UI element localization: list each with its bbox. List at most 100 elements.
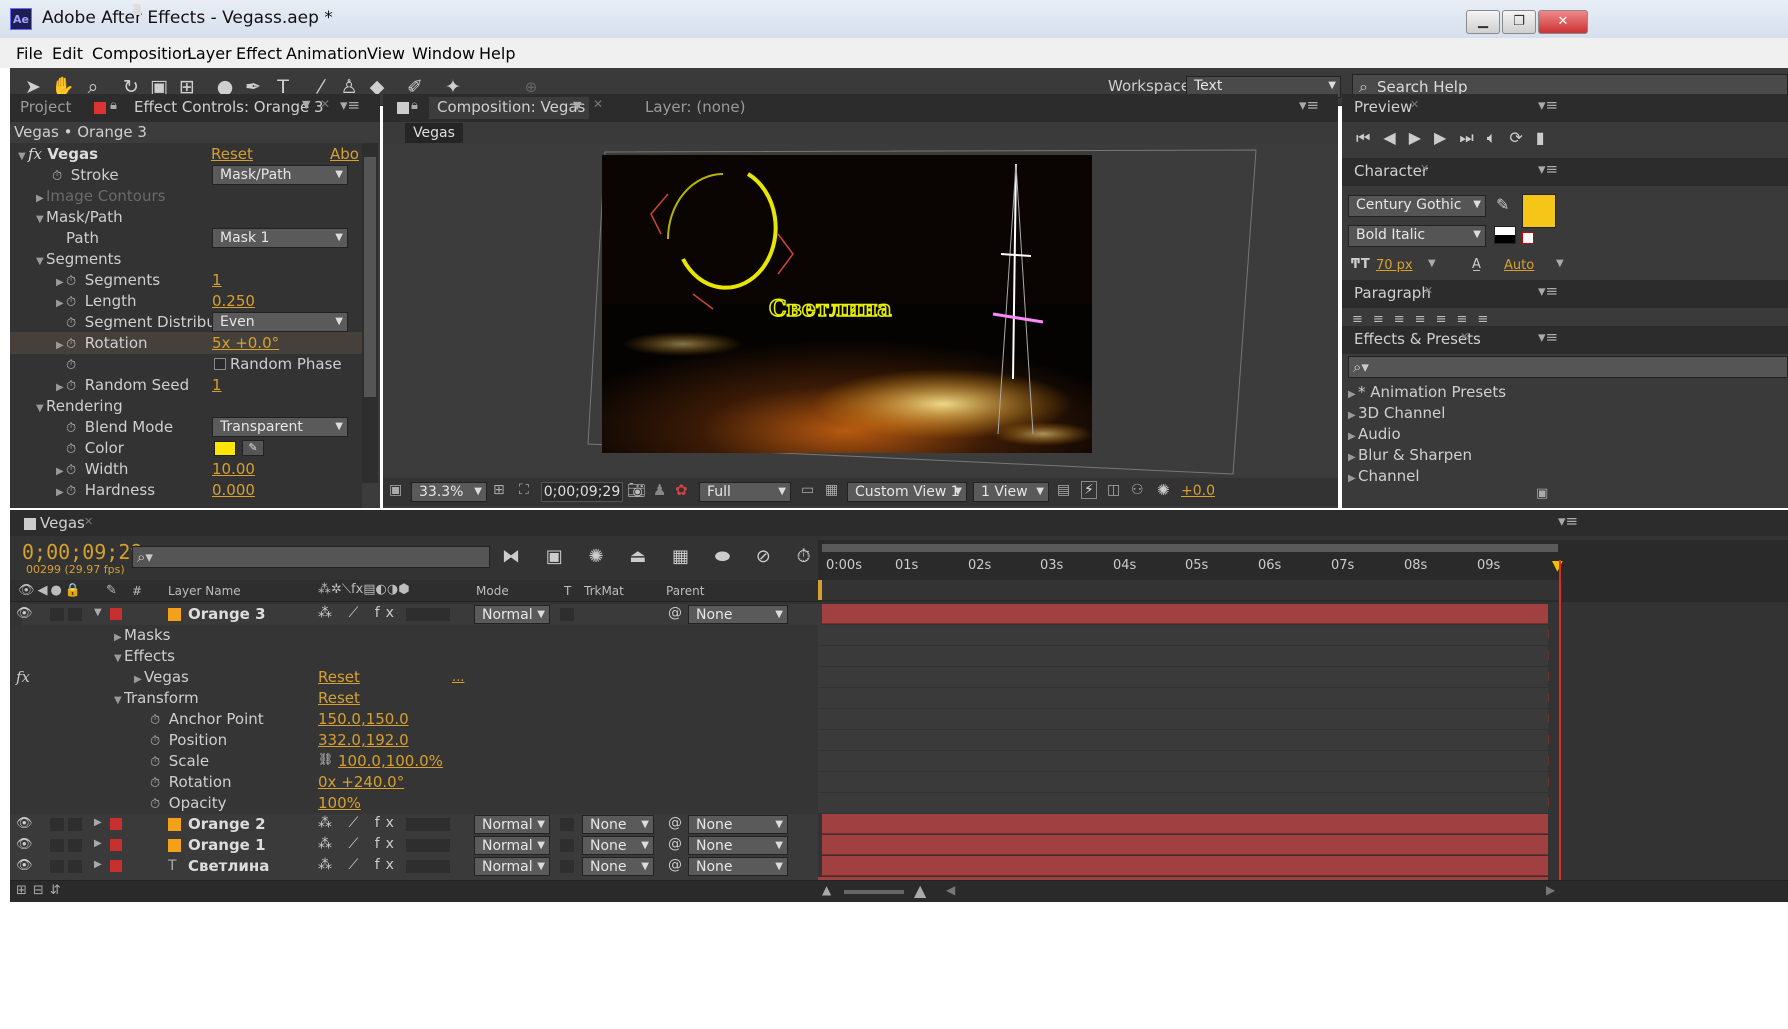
effects-item-animation-presets[interactable]: ▶ * Animation Presets — [1348, 382, 1506, 403]
transform-value[interactable]: 100% — [318, 793, 361, 814]
layer-label-color[interactable] — [110, 608, 122, 620]
time-ruler[interactable]: 0:00s 01s 02s 03s 04s 05s 06s 07s 08s 09… — [818, 540, 1788, 602]
channel-icon[interactable]: ✿ — [675, 481, 688, 499]
effect-about-link[interactable]: Abo — [330, 144, 359, 165]
close-tab-icon[interactable]: ✕ — [320, 97, 330, 111]
col-layer-name[interactable]: Layer Name — [168, 584, 241, 598]
transform-prop-anchor-point[interactable]: ⏱ Anchor Point — [150, 709, 264, 731]
path-select[interactable]: Mask 1 — [212, 228, 348, 248]
title-safe-icon[interactable]: ⊞ — [493, 482, 505, 498]
scrollbar-thumb[interactable] — [364, 157, 376, 397]
layer-switches[interactable]: ⁂ ⟋ fx — [318, 605, 400, 621]
layer-duration-bar[interactable] — [822, 835, 1548, 855]
layer-name[interactable]: Orange 2 — [188, 814, 266, 835]
previous-frame-icon[interactable]: ◀ — [1383, 128, 1408, 147]
transform-value[interactable]: 150.0,150.0 — [318, 709, 409, 730]
close-tab-icon[interactable]: ✕ — [1424, 284, 1433, 297]
eyedropper-icon[interactable]: ✎ — [242, 440, 264, 456]
solo-switch[interactable] — [50, 818, 64, 831]
menu-layer[interactable]: Layer — [187, 44, 232, 63]
lock-icon[interactable]: 🔒︎ — [110, 98, 117, 113]
link-icon[interactable]: ⛓ — [318, 752, 333, 766]
keyframe-track-area[interactable] — [818, 625, 1548, 814]
playhead-icon[interactable]: ▼ — [1552, 558, 1563, 574]
panel-menu-icon[interactable]: ▾≡ — [1538, 282, 1558, 300]
menu-composition[interactable]: Composition — [92, 44, 192, 63]
tab-paragraph[interactable]: Paragraph — [1354, 284, 1431, 302]
group-rendering[interactable]: ▼ Rendering — [36, 396, 123, 417]
layer-parent-select[interactable]: None — [688, 857, 788, 876]
layer-duration-bar[interactable] — [822, 604, 1548, 624]
zoom-in-icon[interactable]: ▲ — [914, 881, 926, 900]
region-of-interest-icon[interactable]: ▭ — [801, 482, 814, 498]
effect-row-vegas[interactable]: ▼ fx Vegas — [18, 144, 98, 165]
always-preview-icon[interactable]: ▣ — [389, 482, 402, 498]
layer-name[interactable]: Orange 1 — [188, 835, 266, 856]
layer-label-color[interactable] — [110, 818, 122, 830]
layer-label-color[interactable] — [110, 860, 122, 872]
lock-switch[interactable] — [68, 608, 82, 621]
prop-width[interactable]: ▶ ⏱ Width — [56, 459, 128, 480]
layer-duration-bar[interactable] — [822, 856, 1548, 876]
menu-edit[interactable]: Edit — [52, 44, 83, 63]
fill-color-swatch[interactable] — [1522, 194, 1556, 228]
solo-switch[interactable] — [50, 860, 64, 873]
tab-project[interactable]: Project — [20, 98, 71, 116]
ram-preview-icon[interactable]: ▮ — [1536, 128, 1558, 147]
panel-menu-icon[interactable]: ▾≡ — [1538, 160, 1558, 178]
eyedropper-icon[interactable]: ✎ — [1496, 195, 1509, 214]
layer-trkmat-select[interactable]: None — [582, 815, 654, 834]
eye-icon[interactable]: 👁︎ — [16, 606, 33, 621]
layer-switches[interactable]: ⁂ ⟋ fx — [318, 815, 400, 831]
tab-layer[interactable]: Layer: (none) — [645, 98, 746, 116]
layer-mode-select[interactable]: Normal — [474, 605, 550, 624]
effect-reset-link[interactable]: Reset — [211, 144, 253, 165]
menu-file[interactable]: File — [16, 44, 43, 63]
menu-help[interactable]: Help — [479, 44, 515, 63]
menu-animation[interactable]: Animation — [286, 44, 368, 63]
layer-parent-select[interactable]: None — [688, 605, 788, 624]
transform-group[interactable]: ▼ Transform — [114, 688, 199, 711]
timeline-zoom-slider[interactable] — [844, 890, 904, 894]
lock-icon[interactable]: 🔒︎ — [411, 98, 418, 113]
exposure-value[interactable]: +0.0 — [1181, 483, 1215, 499]
view-select[interactable]: Custom View 1 — [847, 482, 967, 502]
prop-hardness[interactable]: ▶ ⏱ Hardness — [56, 480, 155, 501]
tab-character[interactable]: Character — [1354, 162, 1428, 180]
prop-length[interactable]: ▶ ⏱ Length — [56, 291, 137, 312]
transform-prop-scale[interactable]: ⏱ Scale — [150, 751, 209, 773]
layer-label-color[interactable] — [110, 839, 122, 851]
close-tab-icon[interactable]: ✕ — [1420, 162, 1429, 175]
chevron-down-icon[interactable]: ▼ — [1428, 258, 1436, 269]
blend-mode-select[interactable]: Transparent — [212, 417, 348, 437]
view-layout-select[interactable]: 1 View — [973, 482, 1049, 502]
prop-image-contours[interactable]: ▶ Image Contours — [36, 186, 165, 207]
timeline-footer-icons[interactable]: ⊞⊟⇵ — [16, 883, 67, 898]
effects-item-channel[interactable]: ▶ Channel — [1348, 466, 1420, 487]
preserve-transparency-switch[interactable] — [560, 608, 574, 621]
panel-menu-icon[interactable]: ▾≡ — [1538, 96, 1558, 114]
hardness-value[interactable]: 0.000 — [212, 480, 255, 501]
chevron-down-icon[interactable]: ▼ — [1556, 258, 1564, 269]
flowchart-icon[interactable]: ⚇ — [1131, 482, 1144, 498]
group-segments[interactable]: ▼ Segments — [36, 249, 121, 270]
new-preset-icon[interactable]: ▣ — [1536, 486, 1548, 501]
chevron-down-icon[interactable]: ▼ — [573, 99, 581, 112]
segments-value[interactable]: 1 — [212, 270, 222, 291]
rotation-value[interactable]: 5x +0.0° — [212, 333, 279, 354]
pixel-aspect-icon[interactable]: ▤ — [1057, 482, 1070, 498]
paragraph-align-buttons[interactable]: ≡≡≡≡≡≡≡ — [1352, 312, 1498, 327]
panel-menu-icon[interactable]: ▾≡ — [1558, 512, 1578, 530]
transform-value[interactable]: 100.0,100.0% — [338, 751, 443, 772]
tab-composition[interactable]: Composition: Vegas — [429, 97, 589, 119]
tab-timeline-vegas[interactable]: Vegas — [40, 514, 85, 532]
layer-switch-boxes[interactable] — [406, 818, 450, 831]
font-family-select[interactable]: Century Gothic — [1348, 195, 1486, 217]
layer-mode-select[interactable]: Normal — [474, 857, 550, 876]
effect-controls-scrollbar[interactable] — [362, 143, 378, 483]
fx-icon[interactable]: fx — [16, 668, 30, 686]
effects-group[interactable]: ▼ Effects — [114, 646, 175, 669]
preserve-transparency-switch[interactable] — [560, 818, 574, 831]
show-snapshot-icon[interactable]: ♟ — [653, 481, 666, 499]
effects-item-audio[interactable]: ▶ Audio — [1348, 424, 1401, 445]
